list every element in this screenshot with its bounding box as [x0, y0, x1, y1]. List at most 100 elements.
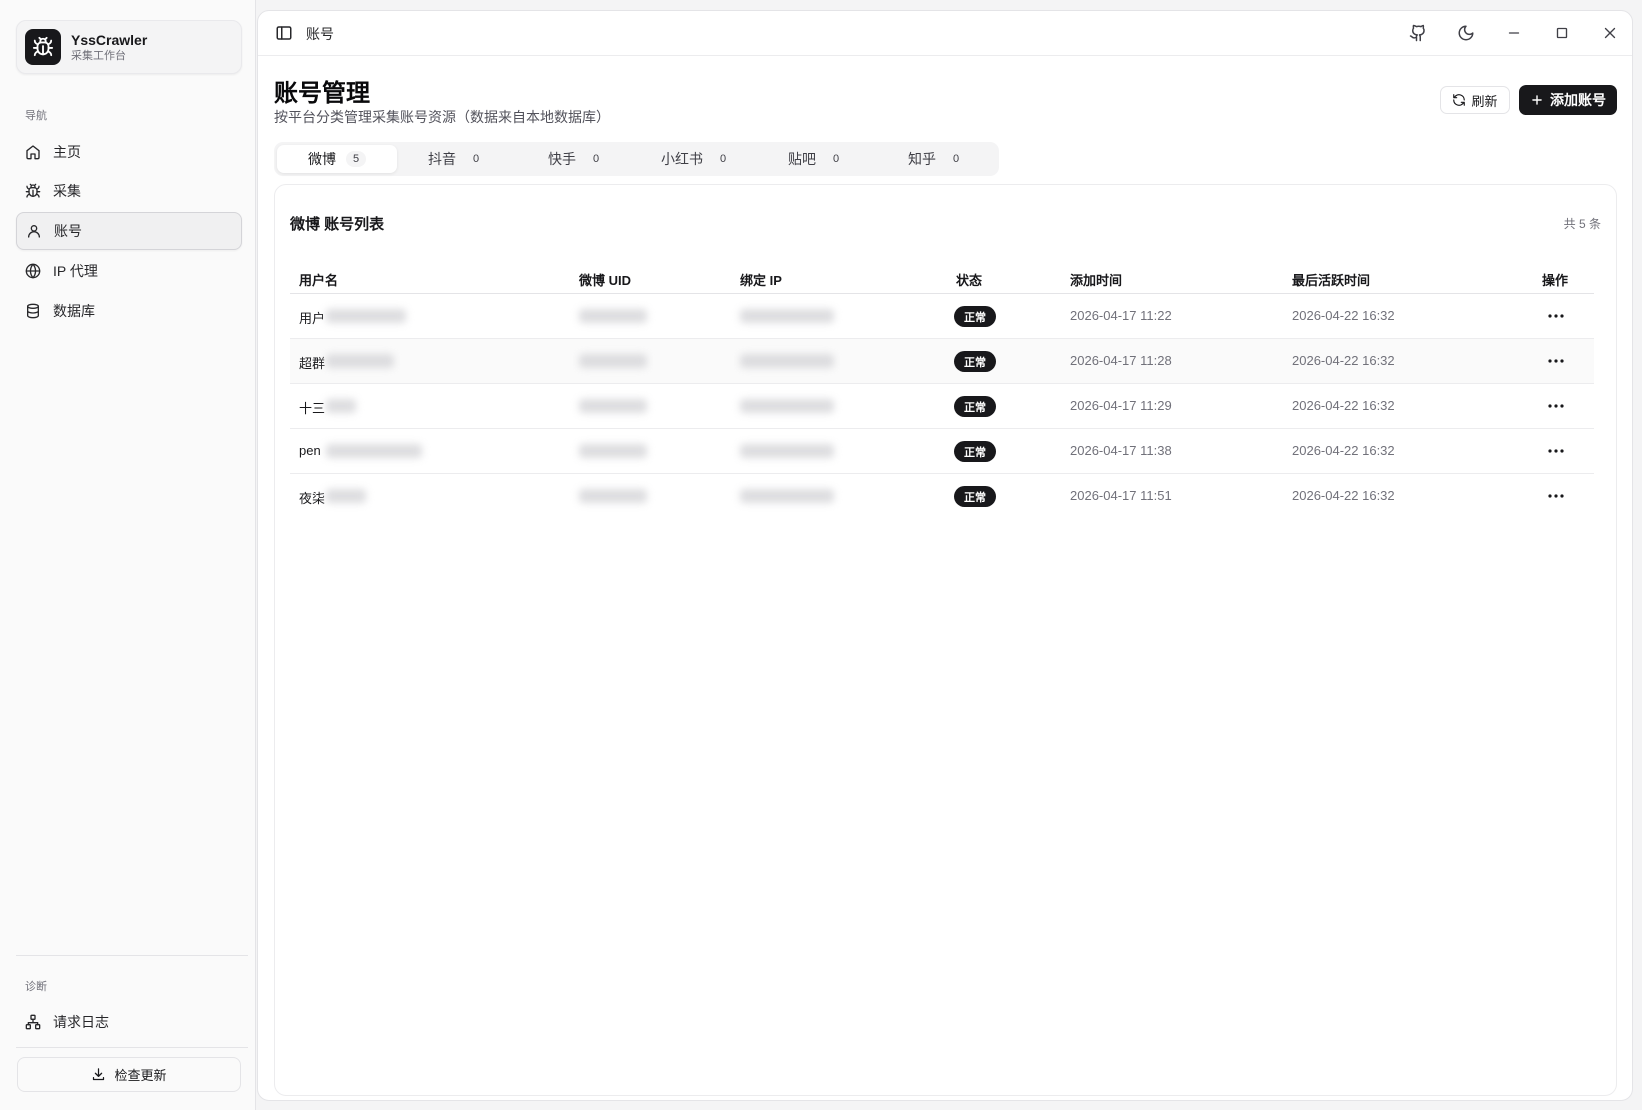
close-icon[interactable]: [1601, 24, 1619, 42]
tab-label: 知乎: [908, 151, 936, 167]
redacted-username: [326, 309, 406, 323]
redacted-ip: [740, 399, 834, 413]
redacted-username: [326, 489, 366, 503]
tab-count-badge: 0: [472, 153, 480, 165]
column-header-username: 用户名: [299, 273, 339, 288]
plus-icon: [1532, 95, 1542, 105]
redacted-uid: [579, 309, 647, 323]
column-header-actions: 操作: [1542, 273, 1569, 288]
last-active-cell: 2026-04-22 16:32: [1292, 488, 1395, 503]
tab-label: 贴吧: [788, 151, 816, 167]
more-actions-icon[interactable]: [1546, 309, 1566, 323]
sidebar-item-label: 请求日志: [53, 1014, 109, 1030]
redacted-uid: [579, 399, 647, 413]
redacted-uid: [579, 354, 647, 368]
platform-tabs: 微博 5 抖音 0 快手 0 小红书 0 贴吧 0 知乎 0: [274, 142, 999, 176]
sidebar-toggle-icon[interactable]: [275, 24, 293, 42]
status-badge: 正常: [954, 486, 996, 507]
sidebar-item-database[interactable]: 数据库: [16, 292, 242, 330]
tab-xiaohongshu[interactable]: 小红书 0: [637, 145, 757, 173]
add-account-label: 添加账号: [1550, 92, 1606, 108]
redacted-ip: [740, 309, 834, 323]
tab-count-badge: 0: [719, 153, 727, 165]
table-row[interactable]: 夜柒 正常 2026-04-17 11:51 2026-04-22 16:32: [290, 474, 1594, 519]
username-cell: 夜柒: [299, 491, 326, 506]
last-active-cell: 2026-04-22 16:32: [1292, 443, 1395, 458]
refresh-label: 刷新: [1471, 93, 1498, 109]
more-actions-icon[interactable]: [1546, 354, 1566, 368]
app-subtitle: 采集工作台: [71, 49, 126, 62]
username-cell: 超群: [299, 356, 326, 371]
tab-count-badge: 0: [832, 153, 840, 165]
breadcrumb: 账号: [306, 26, 334, 42]
tab-label: 抖音: [428, 151, 456, 167]
table-row[interactable]: 十三 正常 2026-04-17 11:29 2026-04-22 16:32: [290, 384, 1594, 429]
column-header-last-active: 最后活跃时间: [1292, 273, 1371, 288]
theme-toggle-moon-icon[interactable]: [1457, 24, 1475, 42]
added-time-cell: 2026-04-17 11:22: [1070, 308, 1172, 323]
added-time-cell: 2026-04-17 11:29: [1070, 398, 1172, 413]
sidebar-item-label: 账号: [54, 223, 82, 239]
check-update-button[interactable]: 检查更新: [17, 1057, 241, 1092]
tab-weibo[interactable]: 微博 5: [277, 145, 397, 173]
diagnostics-section-label: 诊断: [25, 981, 47, 993]
sidebar-item-ip-proxy[interactable]: IP 代理: [16, 252, 242, 290]
database-icon: [25, 303, 41, 319]
status-badge: 正常: [954, 306, 996, 327]
tab-label: 小红书: [661, 151, 703, 167]
more-actions-icon[interactable]: [1546, 399, 1566, 413]
refresh-icon: [1453, 94, 1466, 106]
added-time-cell: 2026-04-17 11:51: [1070, 488, 1172, 503]
column-header-uid: 微博 UID: [579, 273, 632, 288]
more-actions-icon[interactable]: [1546, 489, 1566, 503]
bug-icon: [25, 183, 41, 199]
table-header: 用户名 微博 UID 绑定 IP 状态 添加时间 最后活跃时间 操作: [290, 259, 1594, 294]
table-row[interactable]: 超群 正常 2026-04-17 11:28 2026-04-22 16:32: [290, 339, 1594, 384]
tab-count-badge: 0: [952, 153, 960, 165]
app-name: YssCrawler: [71, 31, 148, 48]
sidebar-item-request-log[interactable]: 请求日志: [16, 1003, 242, 1041]
minimize-icon[interactable]: [1505, 24, 1523, 42]
last-active-cell: 2026-04-22 16:32: [1292, 353, 1395, 368]
total-count: 共 5 条: [1563, 217, 1601, 231]
last-active-cell: 2026-04-22 16:32: [1292, 398, 1395, 413]
title-bar: 账号: [258, 11, 1632, 56]
maximize-icon[interactable]: [1553, 24, 1571, 42]
tab-count-badge: 5: [346, 151, 366, 167]
more-actions-icon[interactable]: [1546, 444, 1566, 458]
page-title: 账号管理: [274, 80, 370, 107]
tab-zhihu[interactable]: 知乎 0: [877, 145, 997, 173]
sidebar-item-label: IP 代理: [53, 263, 98, 279]
added-time-cell: 2026-04-17 11:28: [1070, 353, 1172, 368]
status-badge: 正常: [954, 396, 996, 417]
sidebar-divider: [16, 1047, 248, 1048]
bug-logo-icon: [25, 29, 61, 65]
table-row[interactable]: 用户 正常 2026-04-17 11:22 2026-04-22 16:32: [290, 294, 1594, 339]
tab-count-badge: 0: [592, 153, 600, 165]
refresh-button[interactable]: 刷新: [1440, 86, 1510, 114]
sidebar-item-accounts[interactable]: 账号: [16, 212, 242, 250]
tab-kuaishou[interactable]: 快手 0: [517, 145, 637, 173]
brand-card[interactable]: YssCrawler 采集工作台: [16, 20, 242, 74]
tab-douyin[interactable]: 抖音 0: [397, 145, 517, 173]
main-panel: 账号 账号管理 按平台分类管理采集账号资源（数据来自本地数据库） 刷新 添加账号…: [257, 10, 1633, 1101]
table-row[interactable]: pen 正常 2026-04-17 11:38 2026-04-22 16:32: [290, 429, 1594, 474]
column-header-status: 状态: [956, 273, 983, 288]
redacted-username: [326, 399, 356, 413]
status-badge: 正常: [954, 351, 996, 372]
tab-tieba[interactable]: 贴吧 0: [757, 145, 877, 173]
tab-label: 快手: [548, 151, 576, 167]
nav-section-label: 导航: [25, 110, 47, 122]
sidebar: YssCrawler 采集工作台 导航 主页 采集 账号 IP 代理 数据库 诊…: [0, 0, 256, 1110]
add-account-button[interactable]: 添加账号: [1519, 85, 1617, 115]
sidebar-item-crawl[interactable]: 采集: [16, 172, 242, 210]
column-header-bound-ip: 绑定 IP: [740, 273, 782, 288]
username-cell: 十三: [299, 401, 326, 416]
download-icon: [93, 1068, 105, 1081]
redacted-ip: [740, 489, 834, 503]
last-active-cell: 2026-04-22 16:32: [1292, 308, 1395, 323]
sidebar-item-home[interactable]: 主页: [16, 133, 242, 171]
status-badge: 正常: [954, 441, 996, 462]
redacted-uid: [579, 444, 647, 458]
github-icon[interactable]: [1409, 24, 1427, 42]
